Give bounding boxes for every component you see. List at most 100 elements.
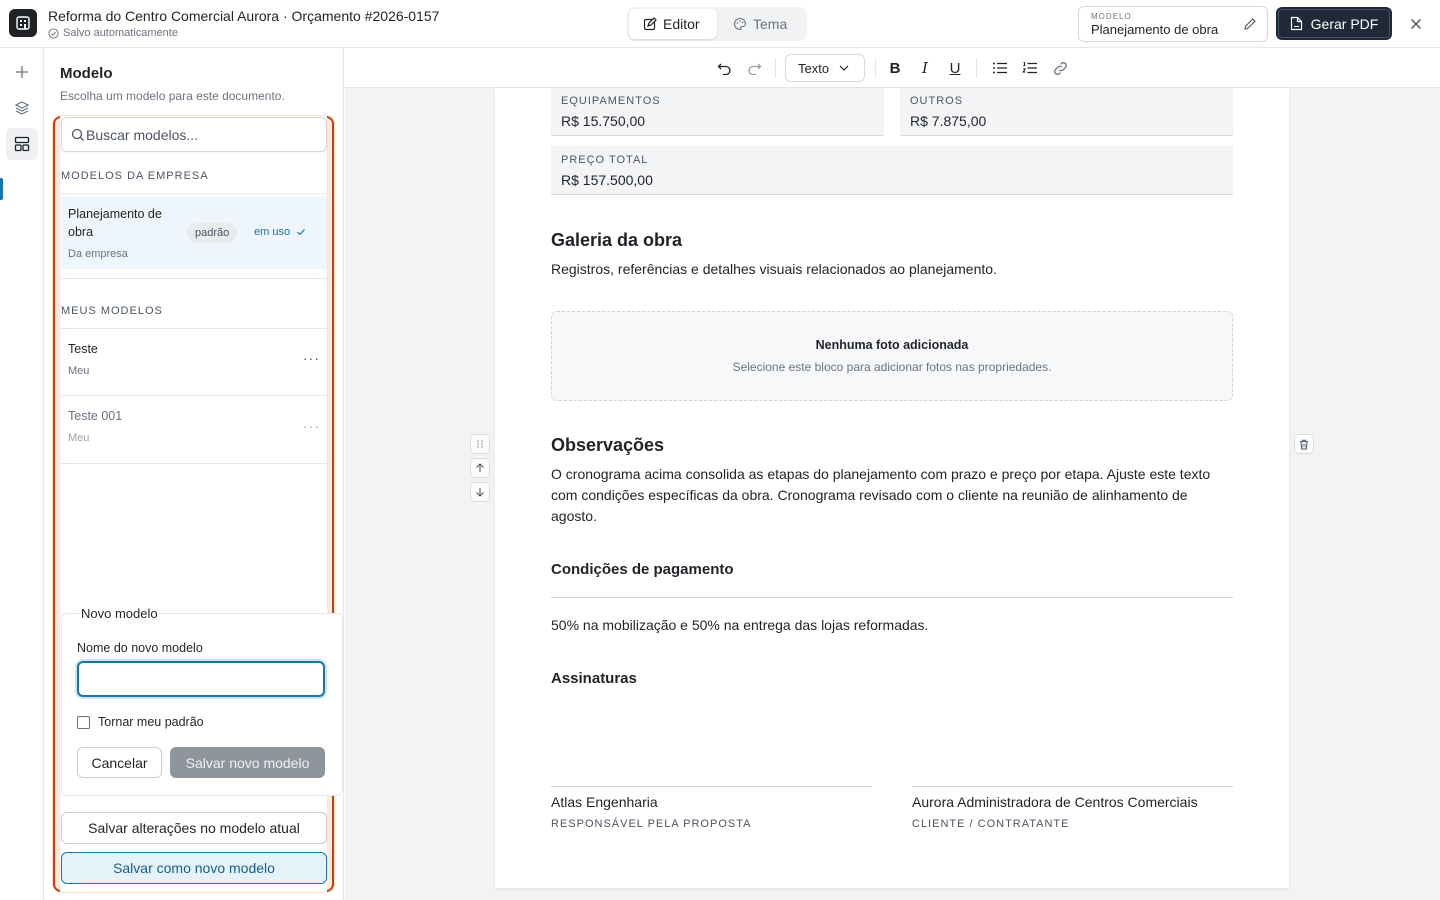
save-as-new-button[interactable]: Salvar como novo modelo bbox=[61, 852, 327, 884]
block-type-select[interactable]: Texto bbox=[785, 54, 865, 82]
in-use-label: em uso bbox=[254, 226, 291, 238]
generate-pdf-label: Gerar PDF bbox=[1310, 15, 1379, 32]
bullet-list-icon[interactable] bbox=[990, 58, 1010, 78]
palette-icon bbox=[734, 17, 747, 31]
more-options-icon[interactable]: ··· bbox=[303, 418, 320, 434]
app-logo-icon[interactable] bbox=[9, 9, 37, 37]
new-model-title: Novo modelo bbox=[81, 606, 158, 621]
tab-theme[interactable]: Tema bbox=[719, 9, 801, 39]
template-item-source: Meu bbox=[68, 432, 90, 444]
tab-theme-label: Tema bbox=[753, 16, 788, 32]
file-pdf-icon bbox=[1290, 16, 1302, 31]
generate-pdf-button[interactable]: Gerar PDF bbox=[1276, 7, 1392, 40]
more-options-icon[interactable]: ··· bbox=[303, 350, 320, 366]
template-search[interactable] bbox=[61, 117, 327, 152]
drag-handle-icon[interactable] bbox=[470, 434, 490, 454]
signature-name-provider: Atlas Engenharia bbox=[551, 794, 658, 810]
gallery-description: Registros, referências e detalhes visuai… bbox=[551, 261, 997, 277]
model-selector-value: Planejamento de obra bbox=[1091, 22, 1219, 37]
trash-icon[interactable] bbox=[1294, 434, 1314, 454]
toolbar-divider bbox=[875, 58, 876, 78]
template-item-name: Planejamento de obra bbox=[68, 207, 162, 239]
divider bbox=[61, 328, 327, 329]
bold-icon[interactable]: B bbox=[885, 58, 905, 78]
numbered-list-icon[interactable] bbox=[1020, 58, 1040, 78]
notes-text[interactable]: O cronograma acima consolida as etapas d… bbox=[551, 464, 1233, 527]
model-selector-caption: MODELO bbox=[1091, 12, 1132, 21]
field-equipment[interactable]: EQUIPAMENTOS R$ 15.750,00 bbox=[551, 88, 884, 136]
tab-editor-label: Editor bbox=[663, 16, 700, 32]
default-badge: padrão bbox=[187, 223, 238, 243]
move-down-icon[interactable] bbox=[470, 482, 490, 502]
signature-role-provider: RESPONSÁVEL PELA PROPOSTA bbox=[551, 818, 752, 830]
signature-line bbox=[551, 786, 872, 787]
template-item-name: Teste bbox=[68, 342, 98, 356]
signature-role-client: CLIENTE / CONTRATANTE bbox=[912, 818, 1070, 830]
in-use-status: em uso bbox=[254, 226, 306, 238]
cancel-button[interactable]: Cancelar bbox=[77, 747, 162, 778]
gallery-title: Galeria da obra bbox=[551, 230, 683, 250]
search-icon bbox=[71, 128, 85, 142]
document-title: Reforma do Centro Comercial Aurora · Orç… bbox=[48, 8, 440, 24]
template-item-source: Da empresa bbox=[68, 248, 128, 260]
check-circle-icon bbox=[48, 27, 59, 39]
template-item-teste-001[interactable]: Teste 001 Meu ··· bbox=[61, 397, 327, 461]
photo-empty-title: Nenhuma foto adicionada bbox=[815, 338, 969, 352]
link-icon[interactable] bbox=[1050, 58, 1070, 78]
company-section-label: MODELOS DA EMPRESA bbox=[61, 170, 209, 182]
field-value: R$ 7.875,00 bbox=[910, 113, 987, 129]
field-value: R$ 157.500,00 bbox=[561, 172, 653, 188]
payment-text[interactable]: 50% na mobilização e 50% na entrega das … bbox=[551, 615, 928, 636]
new-model-name-label: Nome do novo modelo bbox=[77, 641, 203, 655]
edit-icon bbox=[643, 17, 657, 31]
save-changes-button[interactable]: Salvar alterações no modelo atual bbox=[61, 812, 327, 844]
template-item-planejamento[interactable]: Planejamento de obra Da empresa padrão e… bbox=[61, 197, 327, 269]
template-item-source: Meu bbox=[68, 365, 90, 377]
template-icon[interactable] bbox=[6, 128, 38, 160]
panel-subtitle: Escolha um modelo para este documento. bbox=[60, 89, 285, 103]
make-default-checkbox[interactable] bbox=[77, 716, 90, 729]
redo-icon[interactable] bbox=[744, 58, 764, 78]
toolbar-divider bbox=[775, 58, 776, 78]
panel-title: Modelo bbox=[60, 65, 113, 82]
tab-editor[interactable]: Editor bbox=[629, 9, 717, 39]
model-selector[interactable]: MODELO Planejamento de obra bbox=[1078, 6, 1268, 42]
block-type-value: Texto bbox=[798, 60, 830, 76]
mode-switch: Editor Tema bbox=[627, 7, 807, 41]
signature-line bbox=[912, 786, 1233, 787]
format-toolbar: Texto B I U bbox=[345, 48, 1440, 88]
layers-icon[interactable] bbox=[6, 92, 38, 124]
search-input[interactable] bbox=[86, 125, 316, 145]
divider bbox=[61, 193, 327, 194]
check-icon bbox=[297, 229, 306, 236]
move-up-icon[interactable] bbox=[470, 458, 490, 478]
notes-title: Observações bbox=[551, 435, 665, 455]
close-icon[interactable] bbox=[1406, 14, 1426, 34]
autosave-label: Salvo automaticamente bbox=[63, 27, 178, 39]
rail-active-indicator bbox=[0, 178, 3, 200]
top-bar: Reforma do Centro Comercial Aurora · Orç… bbox=[0, 0, 1440, 48]
template-item-teste[interactable]: Teste Meu ··· bbox=[61, 330, 327, 394]
divider bbox=[61, 395, 327, 396]
chevron-down-icon bbox=[839, 65, 849, 71]
field-value: R$ 15.750,00 bbox=[561, 113, 646, 129]
save-new-model-button[interactable]: Salvar novo modelo bbox=[170, 747, 325, 778]
make-default-label: Tornar meu padrão bbox=[98, 715, 204, 729]
payment-divider bbox=[551, 597, 1233, 598]
pencil-icon[interactable] bbox=[1243, 17, 1257, 31]
field-others[interactable]: OUTROS R$ 7.875,00 bbox=[900, 88, 1233, 136]
photo-empty-hint: Selecione este bloco para adicionar foto… bbox=[732, 360, 1052, 374]
signatures-title: Assinaturas bbox=[551, 670, 637, 687]
payment-title: Condições de pagamento bbox=[551, 561, 734, 578]
photo-dropzone[interactable]: Nenhuma foto adicionada Selecione este b… bbox=[551, 311, 1233, 401]
underline-icon[interactable]: U bbox=[945, 58, 965, 78]
new-model-name-input[interactable] bbox=[77, 661, 325, 697]
divider bbox=[61, 278, 327, 279]
field-label: EQUIPAMENTOS bbox=[561, 95, 661, 107]
field-label: OUTROS bbox=[910, 95, 964, 107]
undo-icon[interactable] bbox=[714, 58, 734, 78]
tool-rail bbox=[0, 48, 44, 900]
field-total-price[interactable]: PREÇO TOTAL R$ 157.500,00 bbox=[551, 146, 1233, 195]
italic-icon[interactable]: I bbox=[915, 58, 935, 78]
plus-icon[interactable] bbox=[6, 56, 38, 88]
